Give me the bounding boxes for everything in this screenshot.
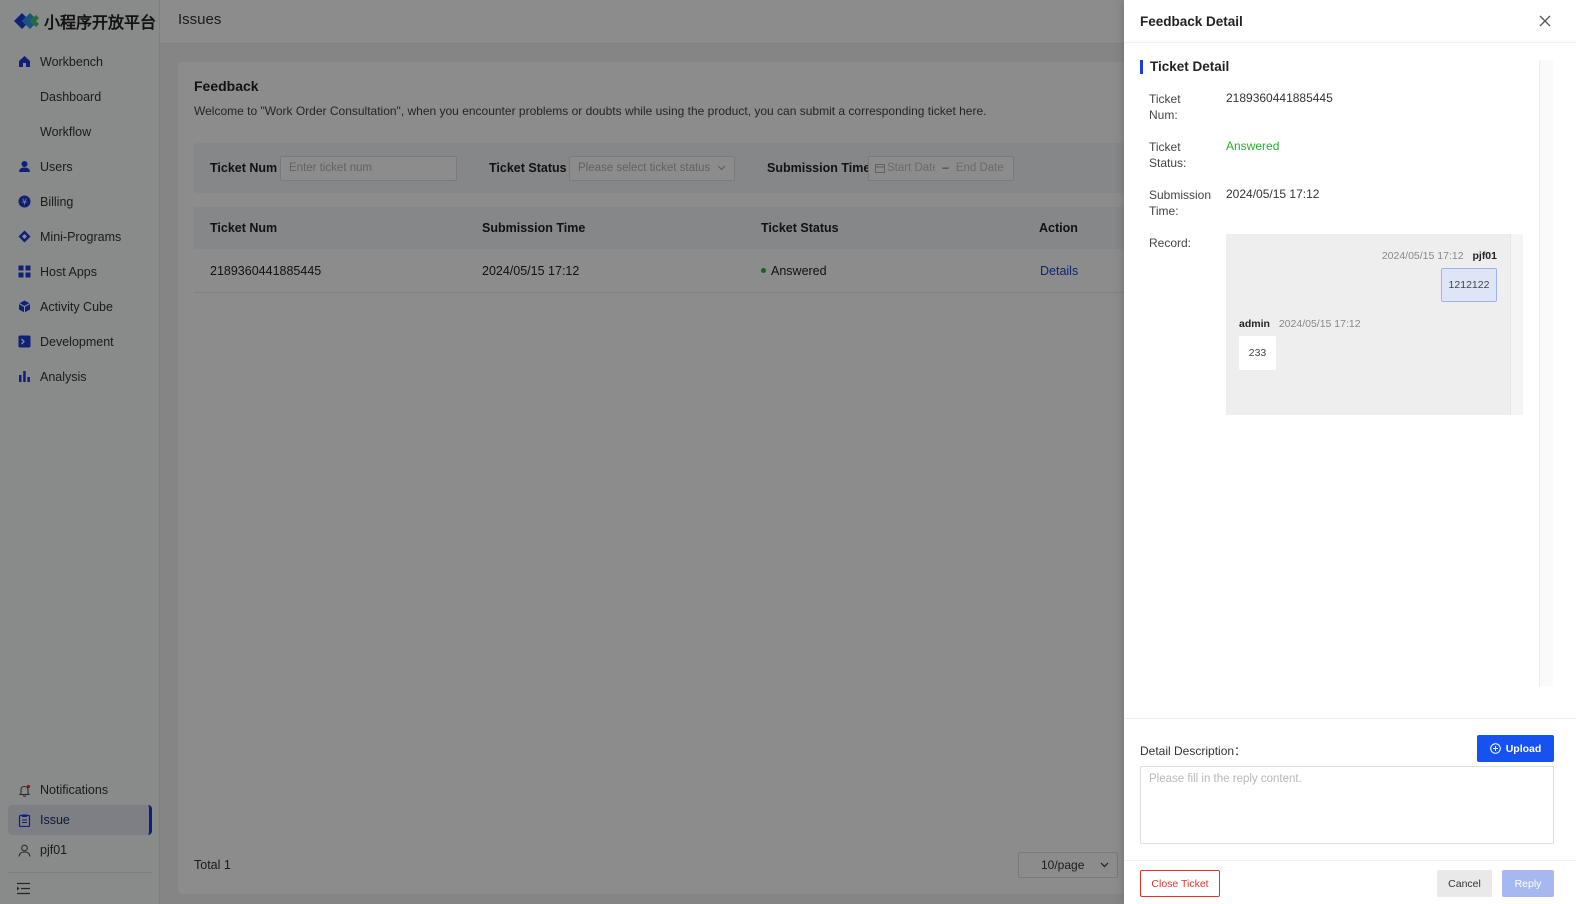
- ticket-num-field-value: 2189360441885445: [1226, 91, 1333, 105]
- feedback-detail-drawer: Feedback Detail Ticket Detail Ticket Num…: [1124, 0, 1576, 904]
- cancel-button[interactable]: Cancel: [1437, 870, 1492, 897]
- modal-overlay[interactable]: [0, 0, 1124, 904]
- reply-content-input[interactable]: [1140, 766, 1554, 844]
- message-time: 2024/05/15 17:12: [1278, 318, 1361, 330]
- drawer-scrollbar[interactable]: [1539, 60, 1553, 686]
- submission-time-field-value: 2024/05/15 17:12: [1226, 187, 1320, 201]
- reply-button[interactable]: Reply: [1502, 870, 1554, 897]
- record-label: Record:: [1149, 236, 1192, 250]
- drawer-footer: Close Ticket Cancel Reply: [1124, 860, 1576, 904]
- message-bubble-theirs: 233: [1239, 336, 1276, 370]
- drawer-divider: [1124, 718, 1576, 719]
- message-time: 2024/05/15 17:12: [1381, 250, 1464, 262]
- upload-label: Upload: [1505, 742, 1542, 755]
- message-meta: admin 2024/05/15 17:12: [1239, 318, 1361, 330]
- ticket-detail-title: Ticket Detail: [1140, 60, 1229, 74]
- plus-circle-icon: [1489, 743, 1501, 754]
- drawer-title: Feedback Detail: [1140, 14, 1243, 29]
- record-panel: 2024/05/15 17:12 pjf01 1212122 admin 202…: [1226, 234, 1510, 415]
- ticket-num-field-label: Ticket Num:: [1149, 92, 1181, 122]
- close-ticket-button[interactable]: Close Ticket: [1140, 870, 1220, 897]
- message-author: admin: [1239, 318, 1270, 330]
- ticket-status-field-label: Ticket Status:: [1149, 140, 1187, 170]
- submission-time-field-label: Submission Time:: [1149, 188, 1212, 218]
- message-author: pjf01: [1472, 250, 1497, 262]
- record-scrollbar[interactable]: [1510, 234, 1523, 415]
- upload-button[interactable]: Upload: [1477, 735, 1554, 762]
- detail-description-label: Detail Description：: [1140, 744, 1247, 758]
- message-meta: 2024/05/15 17:12 pjf01: [1382, 250, 1497, 262]
- message-bubble-mine: 1212122: [1441, 268, 1497, 302]
- close-icon[interactable]: [1538, 14, 1552, 28]
- ticket-status-field-value: Answered: [1226, 139, 1280, 153]
- drawer-header: Feedback Detail: [1124, 0, 1576, 43]
